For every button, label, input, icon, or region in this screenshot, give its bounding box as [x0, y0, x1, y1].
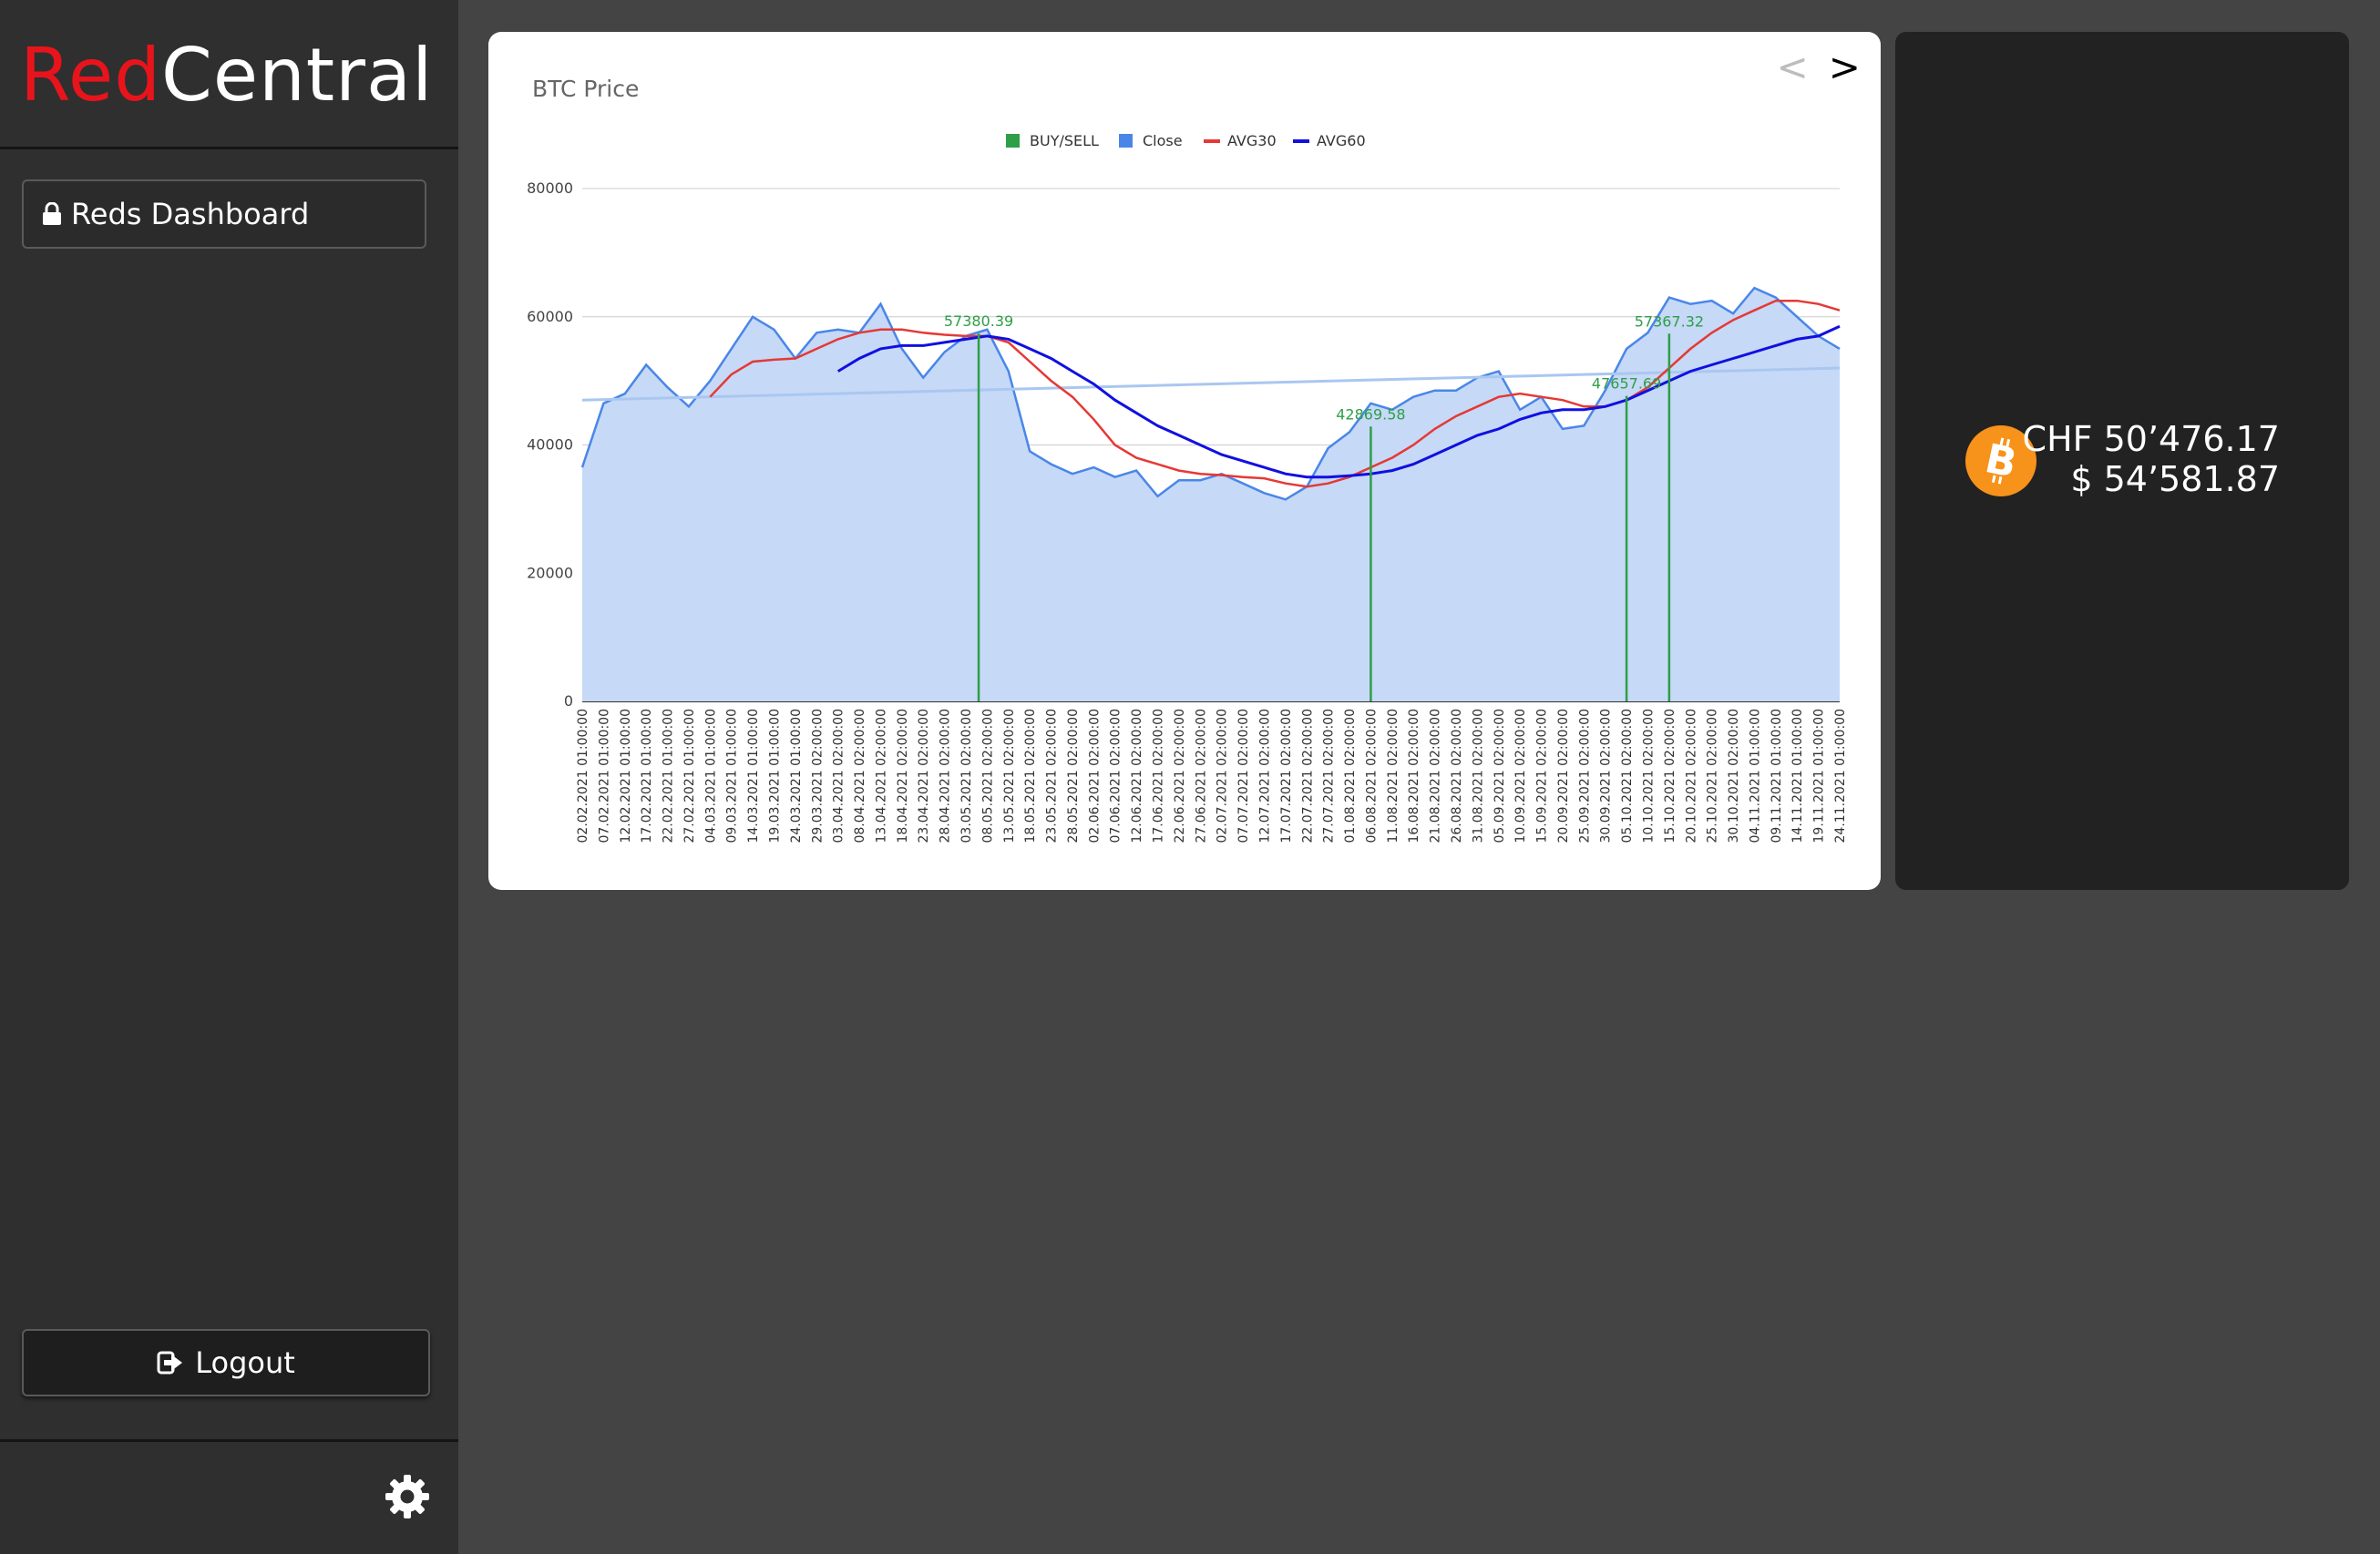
btc-price-chart: BTC Price BUY/SELL Close AVG30 AVG60 0 20000 40… — [527, 76, 1848, 843]
x-tick-label: 02.07.2021 02:00:00 — [1216, 709, 1230, 843]
y-tick-label: 80000 — [527, 179, 573, 197]
x-tick-label: 04.11.2021 01:00:00 — [1748, 709, 1762, 843]
x-tick-label: 27.06.2021 02:00:00 — [1194, 709, 1208, 843]
x-tick-label: 27.07.2021 02:00:00 — [1322, 709, 1337, 843]
x-tick-label: 20.09.2021 02:00:00 — [1556, 709, 1571, 843]
sidebar-item-reds-dashboard[interactable]: Reds Dashboard — [22, 179, 426, 249]
lock-icon — [43, 202, 61, 225]
x-tick-label: 07.07.2021 02:00:00 — [1236, 709, 1251, 843]
price-chf: CHF 50’476.17 — [2022, 419, 2280, 459]
x-tick-label: 30.09.2021 02:00:00 — [1599, 709, 1614, 843]
x-tick-label: 14.11.2021 01:00:00 — [1790, 709, 1805, 843]
x-tick-label: 13.04.2021 02:00:00 — [874, 709, 888, 843]
logout-button[interactable]: Logout — [22, 1329, 430, 1396]
y-tick-label: 40000 — [527, 436, 573, 454]
btc-price-card: B CHF 50’476.17 $ 54’581.87 — [1895, 32, 2349, 890]
x-tick-label: 19.03.2021 01:00:00 — [768, 709, 783, 843]
x-tick-label: 02.02.2021 01:00:00 — [576, 709, 590, 843]
legend-label: AVG30 — [1227, 132, 1277, 149]
btc-chart-card: < > BTC Price BUY/SELL Close AVG30 AVG60 0 200… — [488, 32, 1881, 890]
x-tick-label: 17.02.2021 01:00:00 — [640, 709, 654, 843]
logout-label: Logout — [195, 1345, 295, 1380]
x-tick-label: 23.04.2021 02:00:00 — [917, 709, 931, 843]
legend-swatch-buy-sell — [1006, 134, 1020, 148]
close-area — [582, 288, 1840, 701]
x-tick-label: 29.03.2021 02:00:00 — [810, 709, 825, 843]
buy-sell-data-label: 57367.32 — [1635, 312, 1704, 330]
x-tick-label: 16.08.2021 02:00:00 — [1407, 709, 1421, 843]
x-tick-label: 31.08.2021 02:00:00 — [1471, 709, 1485, 843]
x-tick-label: 05.09.2021 02:00:00 — [1493, 709, 1507, 843]
legend-swatch-avg60 — [1293, 139, 1309, 143]
x-tick-label: 01.08.2021 02:00:00 — [1343, 709, 1358, 843]
x-tick-label: 25.09.2021 02:00:00 — [1577, 709, 1592, 843]
brand-logo[interactable]: RedCentral — [20, 35, 433, 117]
brand-red-text: Red — [20, 33, 161, 118]
x-tick-label: 22.06.2021 02:00:00 — [1173, 709, 1187, 843]
x-tick-label: 09.11.2021 01:00:00 — [1770, 709, 1784, 843]
x-tick-label: 03.05.2021 02:00:00 — [959, 709, 974, 843]
x-tick-label: 08.04.2021 02:00:00 — [853, 709, 867, 843]
sidebar-divider-bottom — [0, 1439, 458, 1442]
y-tick-label: 60000 — [527, 308, 573, 325]
chart-title: BTC Price — [532, 76, 639, 102]
x-tick-label: 22.07.2021 02:00:00 — [1300, 709, 1315, 843]
x-tick-label: 06.08.2021 02:00:00 — [1364, 709, 1379, 843]
x-tick-label: 07.02.2021 01:00:00 — [597, 709, 611, 843]
buy-sell-data-label: 57380.39 — [944, 312, 1013, 330]
price-usd: $ 54’581.87 — [2070, 459, 2280, 499]
x-tick-label: 02.06.2021 02:00:00 — [1087, 709, 1102, 843]
x-tick-label: 27.02.2021 01:00:00 — [682, 709, 697, 843]
x-tick-label: 25.10.2021 02:00:00 — [1706, 709, 1720, 843]
x-tick-label: 28.05.2021 02:00:00 — [1066, 709, 1081, 843]
x-tick-label: 20.10.2021 02:00:00 — [1684, 709, 1698, 843]
x-tick-label: 09.03.2021 01:00:00 — [725, 709, 740, 843]
x-tick-label: 12.06.2021 02:00:00 — [1130, 709, 1144, 843]
x-tick-label: 19.11.2021 01:00:00 — [1812, 709, 1827, 843]
x-tick-label: 04.03.2021 01:00:00 — [703, 709, 718, 843]
x-tick-label: 12.02.2021 01:00:00 — [619, 709, 633, 843]
legend-label: AVG60 — [1317, 132, 1366, 149]
x-tick-label: 17.06.2021 02:00:00 — [1152, 709, 1166, 843]
x-tick-label: 18.05.2021 02:00:00 — [1023, 709, 1038, 843]
x-tick-label: 23.05.2021 02:00:00 — [1045, 709, 1060, 843]
y-tick-label: 0 — [564, 692, 573, 710]
x-tick-label: 10.10.2021 02:00:00 — [1641, 709, 1656, 843]
x-tick-label: 28.04.2021 02:00:00 — [939, 709, 953, 843]
sidebar-item-label: Reds Dashboard — [71, 197, 310, 231]
x-tick-label: 11.08.2021 02:00:00 — [1386, 709, 1400, 843]
brand-white-text: Central — [161, 33, 434, 118]
legend-swatch-close — [1119, 134, 1133, 148]
x-tick-label: 13.05.2021 02:00:00 — [1002, 709, 1017, 843]
y-tick-label: 20000 — [527, 564, 573, 581]
x-tick-label: 15.10.2021 02:00:00 — [1663, 709, 1677, 843]
x-tick-label: 24.11.2021 01:00:00 — [1833, 709, 1848, 843]
sidebar-divider-top — [0, 147, 458, 149]
x-tick-label: 10.09.2021 02:00:00 — [1513, 709, 1528, 843]
x-tick-label: 17.07.2021 02:00:00 — [1279, 709, 1294, 843]
legend-swatch-avg30 — [1204, 139, 1220, 143]
x-tick-label: 30.10.2021 02:00:00 — [1727, 709, 1741, 843]
x-tick-label: 14.03.2021 01:00:00 — [746, 709, 761, 843]
x-tick-label: 26.08.2021 02:00:00 — [1450, 709, 1464, 843]
gear-icon[interactable] — [384, 1473, 431, 1520]
x-tick-label: 05.10.2021 02:00:00 — [1620, 709, 1635, 843]
price-display: CHF 50’476.17 $ 54’581.87 — [2023, 419, 2280, 499]
sidebar: RedCentral Reds Dashboard Logout — [0, 0, 458, 1554]
x-tick-label: 03.04.2021 02:00:00 — [832, 709, 846, 843]
x-tick-label: 22.02.2021 01:00:00 — [662, 709, 676, 843]
x-tick-label: 08.05.2021 02:00:00 — [980, 709, 995, 843]
sign-out-icon — [157, 1351, 183, 1375]
x-tick-label: 12.07.2021 02:00:00 — [1257, 709, 1272, 843]
x-tick-label: 15.09.2021 02:00:00 — [1535, 709, 1550, 843]
legend-label: BUY/SELL — [1030, 132, 1099, 149]
x-tick-label: 18.04.2021 02:00:00 — [896, 709, 910, 843]
x-tick-label: 07.06.2021 02:00:00 — [1109, 709, 1123, 843]
x-tick-label: 21.08.2021 02:00:00 — [1429, 709, 1443, 843]
x-tick-label: 24.03.2021 01:00:00 — [789, 709, 804, 843]
buy-sell-data-label: 42869.58 — [1336, 405, 1405, 423]
buy-sell-data-label: 47657.69 — [1592, 375, 1661, 393]
legend-label: Close — [1143, 132, 1183, 149]
